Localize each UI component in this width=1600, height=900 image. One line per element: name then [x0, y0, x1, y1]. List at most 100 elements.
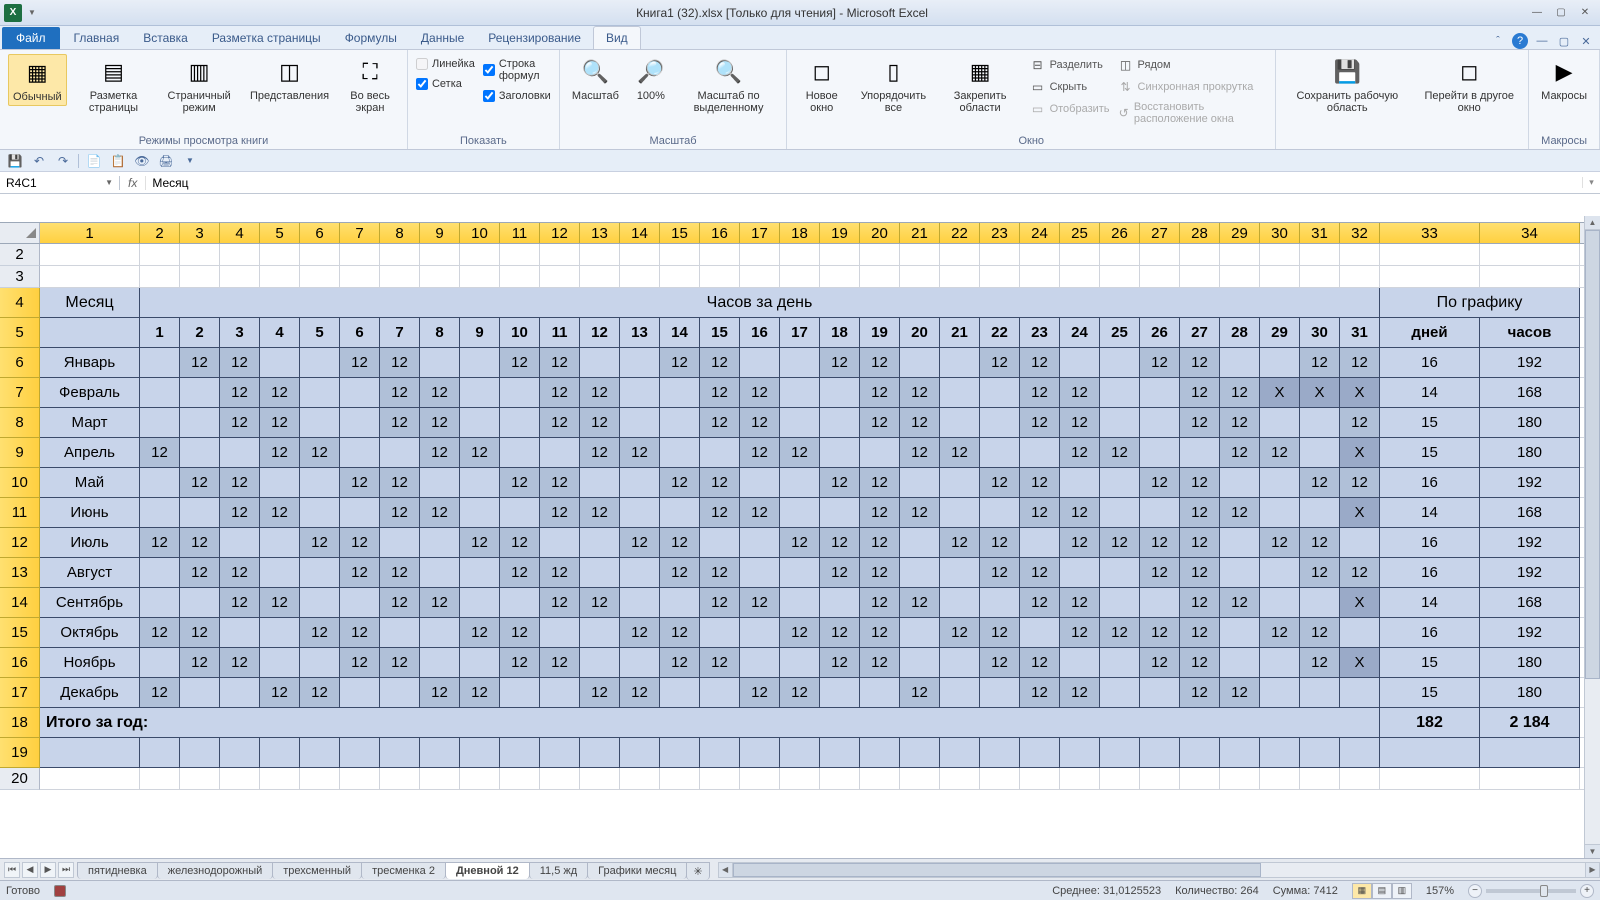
cell[interactable]: [620, 244, 660, 266]
cell[interactable]: X: [1340, 498, 1380, 528]
cell[interactable]: 168: [1480, 498, 1580, 528]
zoom-in-button[interactable]: +: [1580, 884, 1594, 898]
cell[interactable]: [1300, 588, 1340, 618]
cell[interactable]: [980, 378, 1020, 408]
cell[interactable]: [1060, 648, 1100, 678]
cell[interactable]: [1180, 768, 1220, 790]
cell[interactable]: [620, 648, 660, 678]
cell[interactable]: [1260, 266, 1300, 288]
cell[interactable]: 12: [420, 408, 460, 438]
cell[interactable]: [580, 528, 620, 558]
cell[interactable]: [460, 348, 500, 378]
cell[interactable]: Июль: [40, 528, 140, 558]
cell[interactable]: [700, 244, 740, 266]
cell[interactable]: [1180, 244, 1220, 266]
cell[interactable]: Месяц: [40, 288, 140, 318]
cell[interactable]: [780, 468, 820, 498]
cell[interactable]: [1300, 768, 1340, 790]
cell[interactable]: [700, 618, 740, 648]
cell[interactable]: 23: [1020, 318, 1060, 348]
cell[interactable]: [140, 378, 180, 408]
cell[interactable]: 31: [1340, 318, 1380, 348]
freeze-button[interactable]: ▦Закрепить области: [939, 54, 1022, 116]
cell[interactable]: [300, 498, 340, 528]
cell[interactable]: 12: [420, 678, 460, 708]
horizontal-scrollbar[interactable]: ◀▶: [718, 862, 1600, 878]
column-header[interactable]: 30: [1260, 223, 1300, 243]
cell[interactable]: 12: [380, 468, 420, 498]
ribbon-tab[interactable]: Формулы: [333, 27, 409, 49]
cell[interactable]: [380, 768, 420, 790]
cell[interactable]: [940, 558, 980, 588]
cell[interactable]: [420, 768, 460, 790]
cell[interactable]: 12: [700, 648, 740, 678]
cell[interactable]: 12: [220, 378, 260, 408]
cell[interactable]: [380, 438, 420, 468]
sheet-nav-next[interactable]: ▶: [40, 862, 56, 878]
cell[interactable]: [460, 378, 500, 408]
cell[interactable]: 12: [1220, 378, 1260, 408]
cell[interactable]: [220, 768, 260, 790]
cell[interactable]: [420, 266, 460, 288]
cell[interactable]: [580, 348, 620, 378]
cell[interactable]: [460, 266, 500, 288]
cell[interactable]: 12: [220, 588, 260, 618]
cell[interactable]: [780, 266, 820, 288]
select-all-corner[interactable]: [0, 223, 40, 243]
cell[interactable]: [220, 738, 260, 768]
cell[interactable]: 12: [940, 618, 980, 648]
cell[interactable]: 12: [540, 648, 580, 678]
view-normal-icon[interactable]: ▦: [1352, 883, 1372, 899]
cell[interactable]: Март: [40, 408, 140, 438]
cell[interactable]: [540, 266, 580, 288]
cell[interactable]: X: [1340, 588, 1380, 618]
cell[interactable]: 12: [660, 348, 700, 378]
cell[interactable]: [580, 558, 620, 588]
cell[interactable]: [1220, 244, 1260, 266]
cell[interactable]: [140, 738, 180, 768]
cell[interactable]: [180, 768, 220, 790]
cell[interactable]: [40, 318, 140, 348]
cell[interactable]: 12: [820, 618, 860, 648]
row-header[interactable]: 8: [0, 408, 40, 438]
column-header[interactable]: 29: [1220, 223, 1260, 243]
cell[interactable]: [220, 266, 260, 288]
cell[interactable]: 12: [180, 528, 220, 558]
cell[interactable]: 12: [700, 378, 740, 408]
formula-input[interactable]: Месяц: [146, 176, 1582, 190]
cell[interactable]: [1220, 768, 1260, 790]
cell[interactable]: [820, 378, 860, 408]
cell[interactable]: [540, 738, 580, 768]
cell[interactable]: 18: [820, 318, 860, 348]
cell[interactable]: [300, 558, 340, 588]
cell[interactable]: [260, 244, 300, 266]
cell[interactable]: [380, 244, 420, 266]
cell[interactable]: 12: [340, 348, 380, 378]
cell[interactable]: 12: [1060, 498, 1100, 528]
cell[interactable]: 12: [500, 528, 540, 558]
cell[interactable]: 12: [340, 528, 380, 558]
cell[interactable]: 180: [1480, 408, 1580, 438]
cell[interactable]: 12: [540, 468, 580, 498]
cell[interactable]: [500, 738, 540, 768]
cell[interactable]: [1480, 266, 1580, 288]
column-header[interactable]: 1: [40, 223, 140, 243]
cell[interactable]: [1100, 348, 1140, 378]
cell[interactable]: [180, 438, 220, 468]
cell[interactable]: [860, 266, 900, 288]
cell[interactable]: [700, 738, 740, 768]
cell[interactable]: [1140, 678, 1180, 708]
cell[interactable]: 12: [980, 468, 1020, 498]
cell[interactable]: Май: [40, 468, 140, 498]
cell[interactable]: [1060, 468, 1100, 498]
cell[interactable]: [820, 408, 860, 438]
cell[interactable]: [140, 558, 180, 588]
cell[interactable]: 12: [300, 438, 340, 468]
cell[interactable]: [1140, 438, 1180, 468]
cell[interactable]: [1180, 438, 1220, 468]
cell[interactable]: [900, 266, 940, 288]
cell[interactable]: [900, 618, 940, 648]
row-header[interactable]: 14: [0, 588, 40, 618]
cell[interactable]: [340, 498, 380, 528]
ribbon-tab[interactable]: Разметка страницы: [200, 27, 333, 49]
